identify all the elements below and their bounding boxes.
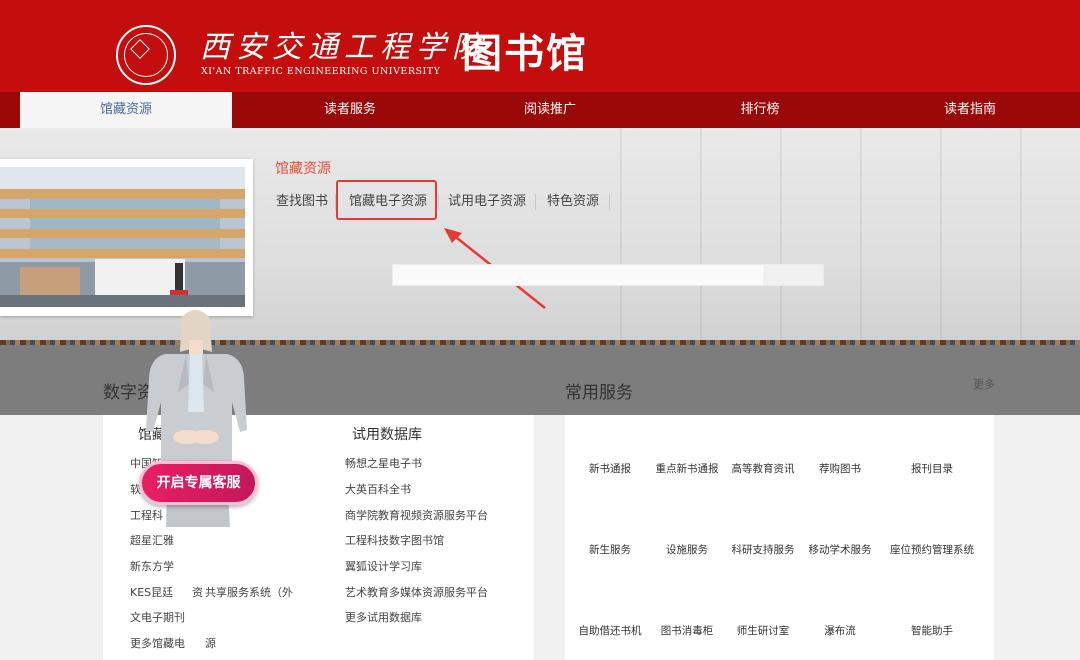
- main-nav: 馆藏资源 读者服务 阅读推广 排行榜 读者指南: [0, 92, 1080, 128]
- university-seal-logo: [116, 25, 176, 85]
- service-link[interactable]: 座位预约管理系统: [887, 542, 977, 557]
- service-link[interactable]: 报刊目录: [887, 461, 977, 476]
- submenu-find-books[interactable]: 查找图书: [276, 192, 328, 212]
- search-button[interactable]: [763, 265, 823, 285]
- trial-db-link[interactable]: 工程科技数字图书馆: [345, 532, 444, 548]
- trial-db-link[interactable]: 大英百科全书: [345, 481, 411, 497]
- section-background-band: [0, 345, 1080, 415]
- site-header: 西安交通工程学院 XI'AN TRAFFIC ENGINEERING UNIVE…: [0, 0, 1080, 92]
- collection-db-link[interactable]: 源: [205, 635, 216, 651]
- customer-service-button[interactable]: 开启专属客服: [139, 461, 258, 505]
- university-name-en: XI'AN TRAFFIC ENGINEERING UNIVERSITY: [201, 66, 441, 77]
- collection-db-link[interactable]: 文电子期刊: [130, 609, 185, 625]
- collection-db-link[interactable]: 新东方学: [130, 558, 174, 574]
- trial-db-link[interactable]: 更多试用数据库: [345, 609, 422, 625]
- service-link[interactable]: 智能助手: [887, 623, 977, 638]
- collection-db-link[interactable]: 共享服务系统（外: [205, 584, 293, 600]
- nav-item-collections[interactable]: 馆藏资源: [20, 92, 232, 128]
- banner-section-title: 馆藏资源: [275, 161, 331, 177]
- trial-databases-heading: 试用数据库: [352, 427, 422, 443]
- highlight-annotation-box: [336, 180, 437, 220]
- collection-db-link[interactable]: KES昆廷: [130, 584, 173, 600]
- library-photo-card: [0, 159, 253, 316]
- digital-resources-title: 数字资: [103, 383, 154, 403]
- trial-db-link[interactable]: 商学院教育视频资源服务平台: [345, 507, 488, 523]
- nav-item-rankings[interactable]: 排行榜: [670, 92, 850, 128]
- nav-item-reader-services[interactable]: 读者服务: [260, 92, 440, 128]
- submenu-divider: [438, 194, 439, 210]
- library-atrium-photo: [0, 167, 245, 307]
- submenu-special-resources[interactable]: 特色资源: [547, 192, 599, 212]
- submenu-trial-resources[interactable]: 试用电子资源: [448, 192, 526, 212]
- collection-db-link[interactable]: 超星汇雅: [130, 532, 174, 548]
- service-link[interactable]: 移动学术服务: [795, 542, 885, 557]
- collection-db-link[interactable]: 更多馆藏电: [130, 635, 185, 651]
- common-services-title: 常用服务: [565, 383, 633, 403]
- collection-db-link[interactable]: 资: [192, 584, 203, 600]
- trial-db-link[interactable]: 畅想之星电子书: [345, 455, 422, 471]
- service-link[interactable]: 荐购图书: [795, 461, 885, 476]
- collection-db-link[interactable]: 工程科: [130, 507, 163, 523]
- submenu-divider: [609, 194, 610, 210]
- service-link[interactable]: 瀑布流: [795, 623, 885, 638]
- trial-db-link[interactable]: 艺术教育多媒体资源服务平台: [345, 584, 488, 600]
- university-name-cn: 西安交通工程学院: [200, 30, 488, 65]
- nav-item-reader-guide[interactable]: 读者指南: [880, 92, 1060, 128]
- nav-item-reading-promotion[interactable]: 阅读推广: [460, 92, 640, 128]
- submenu-divider: [535, 194, 536, 210]
- search-input[interactable]: [392, 264, 824, 286]
- trial-db-link[interactable]: 翼狐设计学习库: [345, 558, 422, 574]
- more-link[interactable]: 更多: [973, 376, 995, 392]
- collection-databases-heading: 馆藏: [138, 427, 166, 443]
- library-title: 图书馆: [462, 31, 588, 77]
